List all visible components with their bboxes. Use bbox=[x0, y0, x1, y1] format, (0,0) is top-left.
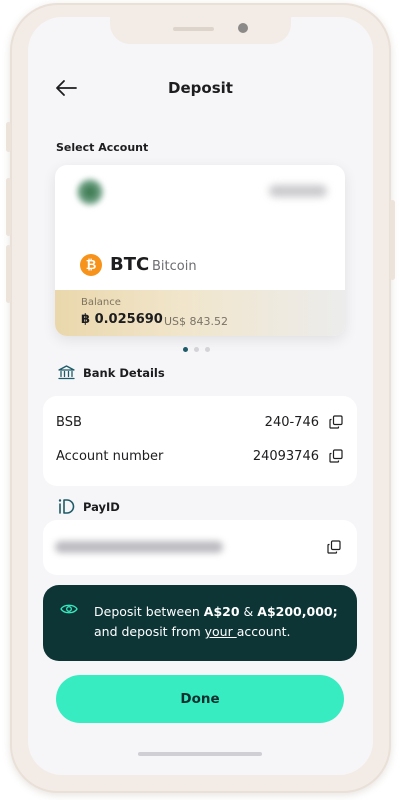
speaker bbox=[173, 27, 214, 31]
carousel-dot-1[interactable] bbox=[183, 347, 188, 352]
mute-switch bbox=[6, 122, 11, 152]
notice-min-amount: A$20 bbox=[203, 604, 240, 619]
copy-bsb-icon[interactable] bbox=[329, 415, 343, 429]
volume-down-button bbox=[6, 245, 11, 303]
front-camera bbox=[238, 23, 248, 33]
volume-up-button bbox=[6, 178, 11, 236]
eye-icon bbox=[60, 604, 78, 614]
power-button bbox=[390, 200, 395, 280]
notch bbox=[110, 17, 291, 44]
balance-usd: US$ 843.52 bbox=[164, 315, 229, 328]
bank-details-card: BSB 240-746 Account number 24093746 bbox=[43, 396, 357, 486]
payid-icon bbox=[58, 499, 75, 514]
deposit-notice-text: Deposit between A$20 & A$200,000; and de… bbox=[94, 602, 344, 642]
deposit-notice: Deposit between A$20 & A$200,000; and de… bbox=[43, 585, 357, 661]
bsb-label: BSB bbox=[56, 414, 82, 430]
payid-card bbox=[43, 520, 357, 575]
balance-label: Balance bbox=[81, 297, 121, 308]
copy-account-number-icon[interactable] bbox=[329, 449, 343, 463]
coin-code: BTC bbox=[110, 254, 150, 275]
bitcoin-icon: ₿ bbox=[80, 254, 102, 276]
account-number-row: Account number 24093746 bbox=[56, 446, 343, 466]
bsb-value: 240-746 bbox=[264, 414, 319, 430]
select-account-label: Select Account bbox=[56, 141, 149, 154]
coin-name: Bitcoin bbox=[152, 259, 197, 274]
notice-line2-prefix: and deposit from bbox=[94, 624, 205, 639]
bank-details-label: Bank Details bbox=[83, 365, 165, 380]
bank-details-heading: Bank Details bbox=[58, 365, 165, 380]
notice-emphasis: your bbox=[204, 624, 237, 639]
notice-line2-suffix: account. bbox=[236, 624, 291, 639]
page-title: Deposit bbox=[168, 79, 233, 97]
balance-strip: Balance ฿ 0.025690 US$ 843.52 bbox=[55, 290, 345, 336]
account-avatar bbox=[77, 179, 103, 205]
notice-max-amount: A$200,000; bbox=[257, 604, 338, 619]
bank-icon bbox=[58, 365, 75, 380]
payid-value-redacted bbox=[55, 541, 223, 553]
home-indicator[interactable] bbox=[138, 752, 262, 756]
notice-connector: & bbox=[239, 604, 258, 619]
account-number-label: Account number bbox=[56, 448, 164, 464]
done-button[interactable]: Done bbox=[56, 675, 344, 723]
carousel-dot-3[interactable] bbox=[205, 347, 210, 352]
carousel-dots bbox=[183, 347, 210, 352]
account-name-redacted bbox=[269, 185, 327, 197]
balance-value: ฿ 0.025690 bbox=[81, 312, 163, 327]
payid-heading: PayID bbox=[58, 498, 120, 515]
app-screen: Deposit Select Account ₿ BTC Bitcoin Bal… bbox=[28, 17, 373, 775]
carousel-dot-2[interactable] bbox=[194, 347, 199, 352]
notice-prefix: Deposit between bbox=[94, 604, 204, 619]
account-number-value: 24093746 bbox=[252, 448, 319, 464]
payid-label: PayID bbox=[83, 499, 120, 514]
copy-payid-icon[interactable] bbox=[327, 540, 341, 554]
bsb-row: BSB 240-746 bbox=[56, 412, 343, 432]
account-card[interactable]: ₿ BTC Bitcoin Balance ฿ 0.025690 US$ 843… bbox=[55, 165, 345, 336]
